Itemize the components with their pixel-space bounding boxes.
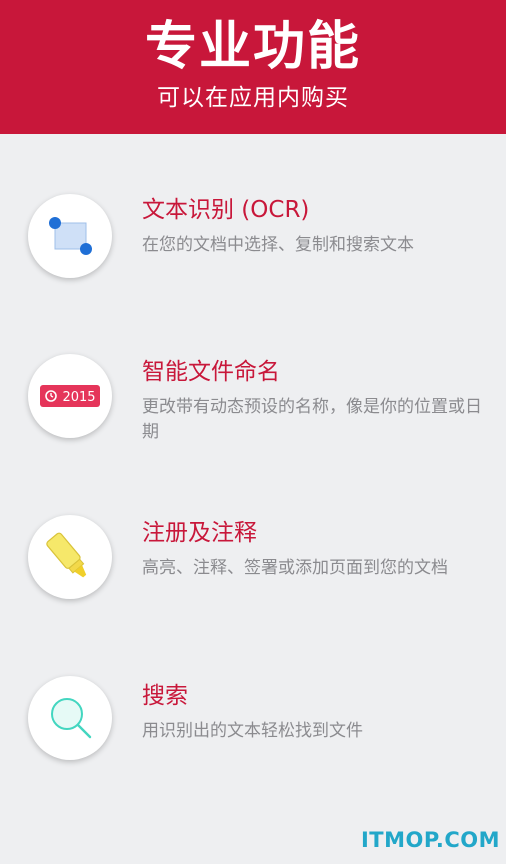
ocr-selection-icon — [28, 194, 112, 278]
page-subtitle: 可以在应用内购买 — [157, 85, 349, 111]
search-icon — [28, 676, 112, 760]
feature-desc-smart-naming: 更改带有动态预设的名称，像是你的位置或日期 — [142, 397, 482, 442]
feature-desc-search: 用识别出的文本轻松找到文件 — [142, 721, 363, 741]
date-badge-text: 2015 — [62, 390, 95, 405]
header-banner: 专业功能 可以在应用内购买 — [0, 0, 506, 134]
calendar-date-icon: 2015 — [28, 354, 112, 438]
highlighter-icon — [28, 515, 112, 599]
watermark: ITMOP.COM — [360, 828, 500, 852]
feature-title-annotate: 注册及注释 — [142, 520, 257, 546]
feature-title-smart-naming: 智能文件命名 — [142, 359, 280, 385]
feature-title-ocr: 文本识别 (OCR) — [142, 197, 310, 223]
feature-desc-ocr: 在您的文档中选择、复制和搜索文本 — [142, 235, 414, 255]
page-title: 专业功能 — [144, 17, 361, 77]
feature-title-search: 搜索 — [142, 683, 188, 709]
feature-desc-annotate: 高亮、注释、签署或添加页面到您的文档 — [142, 558, 448, 578]
